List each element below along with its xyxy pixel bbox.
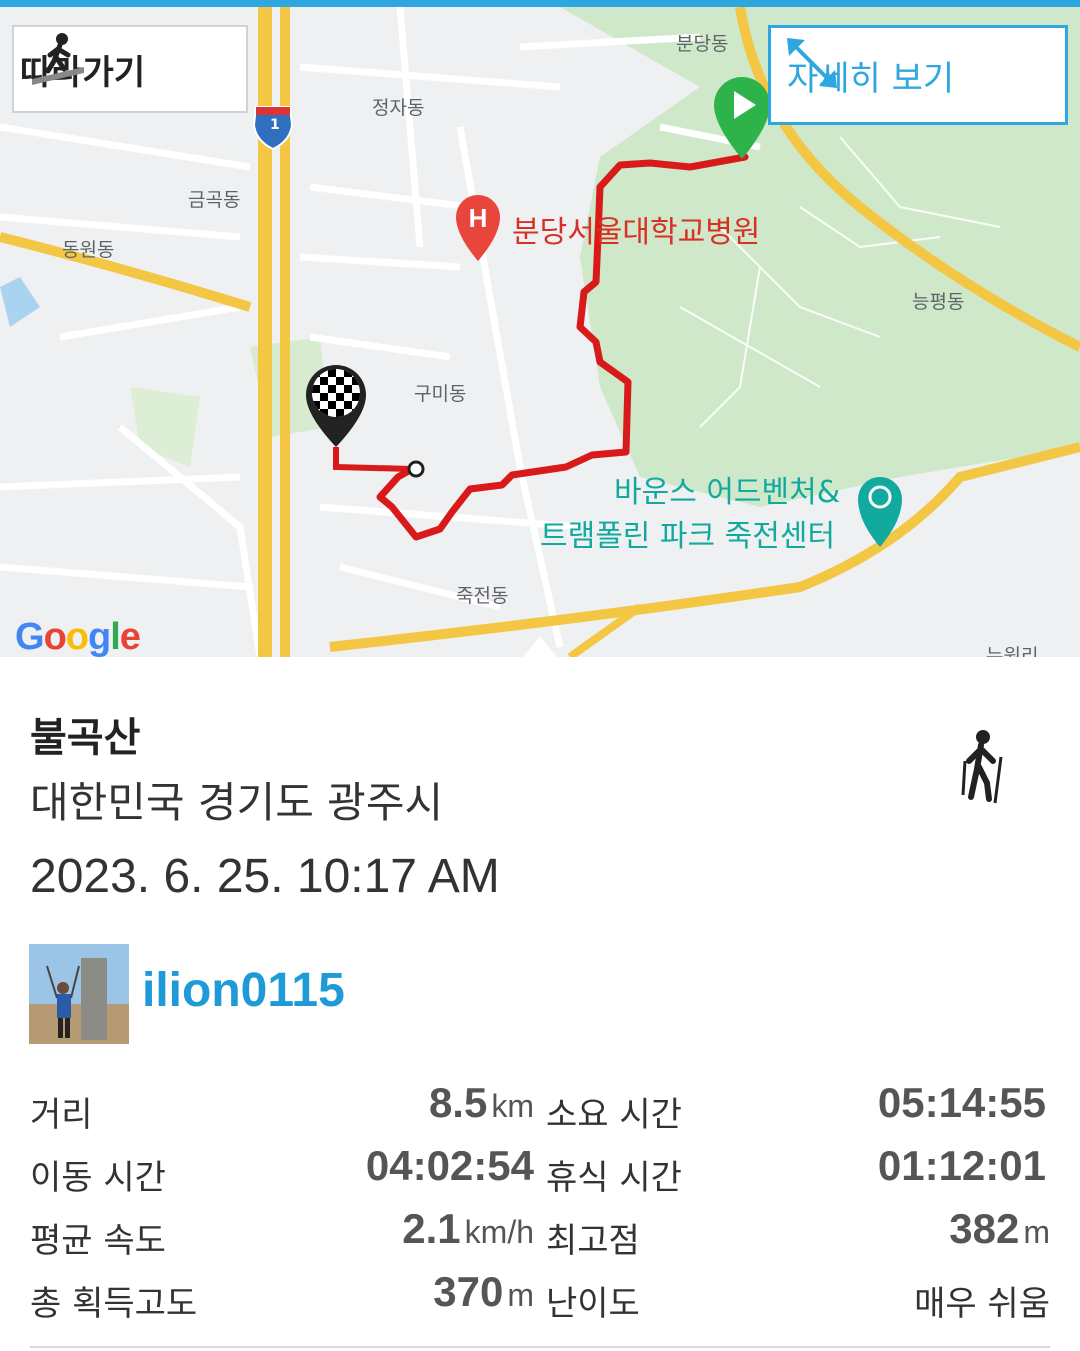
distance-value: 8.5 [428, 1079, 488, 1126]
hospital-pin-icon: H [456, 195, 500, 261]
svg-text:H: H [469, 203, 488, 233]
map-label-geumgok: 금곡동 [188, 189, 241, 211]
user-avatar[interactable] [29, 944, 129, 1044]
avg-speed-unit: km/h [464, 1214, 534, 1250]
moving-time-label: 이동 시간 [30, 1158, 166, 1198]
bottom-divider [30, 1346, 1050, 1348]
top-accent-bar [0, 0, 1080, 7]
total-time-label: 소요 시간 [546, 1095, 682, 1135]
max-altitude-label: 최고점 [546, 1221, 640, 1261]
expand-arrows-icon [787, 38, 837, 88]
total-gain-value-group: 370 m [433, 1268, 534, 1316]
stats-table: 거리 8.5 km 소요 시간 05:14:55 이동 시간 04:02:54 휴… [0, 1077, 1080, 1329]
park-label-line1[interactable]: 바운스 어드벤처& [614, 473, 840, 513]
avg-speed-label: 평균 속도 [30, 1221, 166, 1261]
distance-label: 거리 [30, 1095, 93, 1135]
mountain-name: 불곡산 [30, 715, 141, 761]
finish-marker-icon [306, 365, 366, 447]
stats-row-1: 거리 8.5 km 소요 시간 05:14:55 [0, 1077, 1080, 1140]
stats-row-2: 이동 시간 04:02:54 휴식 시간 01:12:01 [0, 1140, 1080, 1203]
map-label-jukjeon: 죽전동 [456, 585, 509, 607]
map-label-neungpyeong: 능평동 [912, 291, 965, 313]
map-label-gumi: 구미동 [414, 383, 467, 405]
route-map[interactable]: H 1 분당동 정자동 금곡동 동원동 능평동 구미동 죽전동 누원리 분당서울… [0, 7, 1080, 657]
map-label-dongwon: 동원동 [62, 239, 115, 261]
max-altitude-value-group: 382 m [949, 1205, 1050, 1253]
view-details-button[interactable]: 자세히 보기 [768, 25, 1068, 125]
activity-datetime: 2023. 6. 25. 10:17 AM [30, 850, 500, 903]
max-altitude-value: 382 [949, 1205, 1020, 1252]
park-label-line2[interactable]: 트램폴린 파크 죽전센터 [540, 517, 835, 557]
max-altitude-unit: m [1023, 1214, 1050, 1250]
rest-time-value-group: 01:12:01 [878, 1142, 1046, 1190]
total-gain-unit: m [507, 1277, 534, 1313]
username-link[interactable]: ilion0115 [142, 963, 345, 1018]
map-label-bundang: 분당동 [676, 33, 729, 55]
avg-speed-value: 2.1 [402, 1205, 461, 1252]
moving-time-value-group: 04:02:54 [366, 1142, 534, 1190]
total-time-value: 05:14:55 [877, 1079, 1046, 1126]
google-logo: Google [15, 616, 141, 657]
moving-time-value: 04:02:54 [365, 1142, 534, 1189]
highway-number: 1 [270, 117, 280, 133]
follow-button[interactable]: 따라가기 [12, 25, 248, 113]
distance-unit: km [491, 1088, 534, 1124]
rest-time-label: 휴식 시간 [546, 1158, 682, 1198]
location-text: 대한민국 경기도 광주시 [30, 778, 444, 827]
difficulty-value-group: 매우 쉬움 [914, 1276, 1050, 1325]
hiking-icon [961, 730, 1003, 804]
map-label-jeongja: 정자동 [372, 97, 425, 119]
distance-value-group: 8.5 km [429, 1079, 534, 1127]
total-gain-label: 총 획득고도 [30, 1284, 198, 1324]
total-time-value-group: 05:14:55 [878, 1079, 1046, 1127]
stats-row-3: 평균 속도 2.1 km/h 최고점 382 m [0, 1203, 1080, 1266]
map-label-nuwol: 누원리 [986, 645, 1039, 657]
total-gain-value: 370 [433, 1268, 504, 1315]
map-pointer [522, 636, 558, 658]
avg-speed-value-group: 2.1 km/h [402, 1205, 534, 1253]
follow-hiker-icon [32, 33, 84, 85]
rest-time-value: 01:12:01 [877, 1142, 1046, 1189]
stats-row-4: 총 획득고도 370 m 난이도 매우 쉬움 [0, 1266, 1080, 1329]
difficulty-label: 난이도 [546, 1284, 640, 1324]
hospital-label[interactable]: 분당서울대학교병원 [512, 213, 760, 253]
difficulty-value: 매우 쉬움 [914, 1284, 1050, 1324]
